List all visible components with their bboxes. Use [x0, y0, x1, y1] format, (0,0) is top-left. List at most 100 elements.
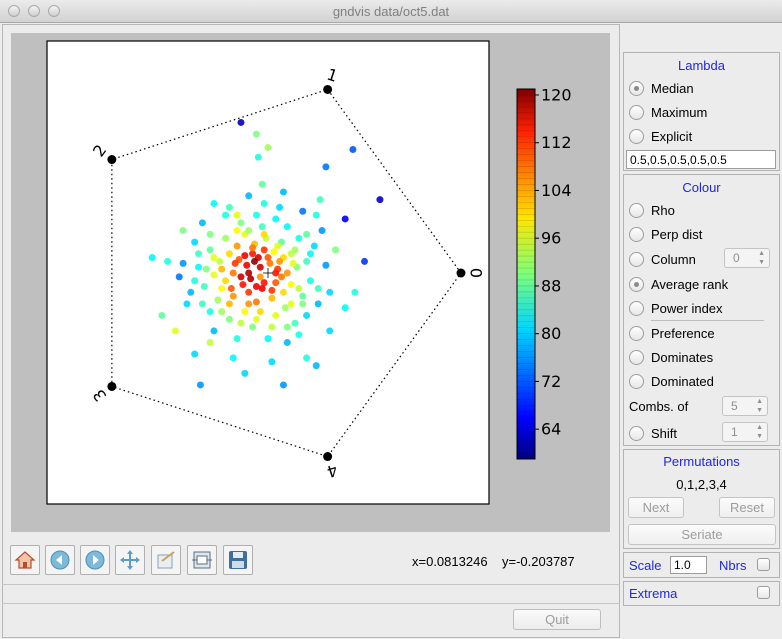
column-spinbox[interactable]: 0 ▲ ▼: [724, 248, 770, 268]
dominates-radio[interactable]: [629, 350, 644, 365]
data-point[interactable]: [218, 284, 226, 292]
anchor-point[interactable]: [107, 381, 117, 391]
data-point[interactable]: [256, 263, 264, 271]
data-point[interactable]: [260, 279, 268, 287]
data-point[interactable]: [158, 311, 166, 319]
data-point[interactable]: [314, 300, 322, 308]
data-point[interactable]: [249, 323, 257, 331]
data-point[interactable]: [210, 200, 218, 208]
spin-arrows-icon[interactable]: ▲ ▼: [756, 423, 763, 441]
data-point[interactable]: [218, 308, 226, 316]
data-point[interactable]: [195, 263, 203, 271]
data-point[interactable]: [187, 288, 195, 296]
data-point[interactable]: [283, 269, 291, 277]
data-point[interactable]: [206, 338, 214, 346]
data-point[interactable]: [264, 254, 272, 262]
data-point[interactable]: [306, 250, 314, 258]
median-radio[interactable]: [629, 81, 644, 96]
data-point[interactable]: [279, 188, 287, 196]
preference-radio[interactable]: [629, 326, 644, 341]
data-point[interactable]: [206, 308, 214, 316]
data-point[interactable]: [239, 281, 247, 289]
anchor-point[interactable]: [456, 268, 466, 278]
reset-button[interactable]: Reset: [719, 497, 775, 518]
data-point[interactable]: [295, 331, 303, 339]
data-point[interactable]: [222, 277, 230, 285]
pan-button[interactable]: [115, 545, 145, 575]
shift-radio[interactable]: [629, 426, 644, 441]
dominated-radio[interactable]: [629, 374, 644, 389]
data-point[interactable]: [260, 230, 268, 238]
spin-arrows-icon[interactable]: ▲ ▼: [756, 397, 763, 415]
seriate-button[interactable]: Seriate: [628, 524, 776, 545]
data-point[interactable]: [258, 180, 266, 188]
data-point[interactable]: [341, 304, 349, 312]
data-point[interactable]: [210, 271, 218, 279]
data-point[interactable]: [306, 277, 314, 285]
data-point[interactable]: [237, 319, 245, 327]
data-point[interactable]: [314, 284, 322, 292]
data-point[interactable]: [326, 288, 334, 296]
power-index-radio[interactable]: [629, 301, 644, 316]
data-point[interactable]: [183, 300, 191, 308]
data-point[interactable]: [322, 163, 330, 171]
data-point[interactable]: [225, 300, 233, 308]
data-point[interactable]: [322, 261, 330, 269]
rho-radio[interactable]: [629, 203, 644, 218]
back-button[interactable]: [45, 545, 75, 575]
data-point[interactable]: [272, 279, 280, 287]
data-point[interactable]: [351, 288, 359, 296]
data-point[interactable]: [210, 254, 218, 262]
data-point[interactable]: [254, 153, 262, 161]
scale-input[interactable]: [670, 556, 707, 574]
data-point[interactable]: [252, 315, 260, 323]
data-point[interactable]: [312, 211, 320, 219]
configure-subplots-button[interactable]: [187, 545, 217, 575]
data-point[interactable]: [303, 311, 311, 319]
data-point[interactable]: [318, 227, 326, 235]
data-point[interactable]: [245, 300, 253, 308]
data-point[interactable]: [237, 219, 245, 227]
data-point[interactable]: [237, 118, 245, 126]
data-point[interactable]: [260, 200, 268, 208]
data-point[interactable]: [272, 269, 280, 277]
data-point[interactable]: [276, 257, 284, 265]
data-point[interactable]: [312, 362, 320, 370]
data-point[interactable]: [245, 288, 253, 296]
maximum-radio[interactable]: [629, 105, 644, 120]
data-point[interactable]: [245, 227, 253, 235]
forward-button[interactable]: [80, 545, 110, 575]
data-point[interactable]: [233, 335, 241, 343]
data-point[interactable]: [218, 265, 226, 273]
data-point[interactable]: [283, 338, 291, 346]
data-point[interactable]: [376, 196, 384, 204]
data-point[interactable]: [295, 284, 303, 292]
data-point[interactable]: [291, 319, 299, 327]
data-point[interactable]: [276, 203, 284, 211]
data-point[interactable]: [289, 259, 297, 267]
data-point[interactable]: [241, 369, 249, 377]
data-point[interactable]: [268, 286, 276, 294]
save-figure-button[interactable]: [223, 545, 253, 575]
data-point[interactable]: [196, 381, 204, 389]
data-point[interactable]: [225, 203, 233, 211]
data-point[interactable]: [299, 300, 307, 308]
radviz-plot[interactable]: 01234 1201121049688807264: [11, 33, 610, 532]
data-point[interactable]: [256, 273, 264, 281]
shift-spinbox[interactable]: 1 ▲ ▼: [722, 422, 768, 442]
data-point[interactable]: [332, 246, 340, 254]
data-point[interactable]: [198, 219, 206, 227]
anchor-point[interactable]: [107, 155, 117, 165]
zoom-rect-button[interactable]: [151, 545, 181, 575]
data-point[interactable]: [270, 248, 278, 256]
data-point[interactable]: [241, 308, 249, 316]
data-point[interactable]: [252, 211, 260, 219]
data-point[interactable]: [279, 381, 287, 389]
data-point[interactable]: [222, 211, 230, 219]
data-point[interactable]: [326, 327, 334, 335]
data-point[interactable]: [191, 350, 199, 358]
data-point[interactable]: [245, 192, 253, 200]
data-point[interactable]: [227, 284, 235, 292]
data-point[interactable]: [249, 244, 257, 252]
extrema-checkbox[interactable]: [757, 586, 770, 599]
